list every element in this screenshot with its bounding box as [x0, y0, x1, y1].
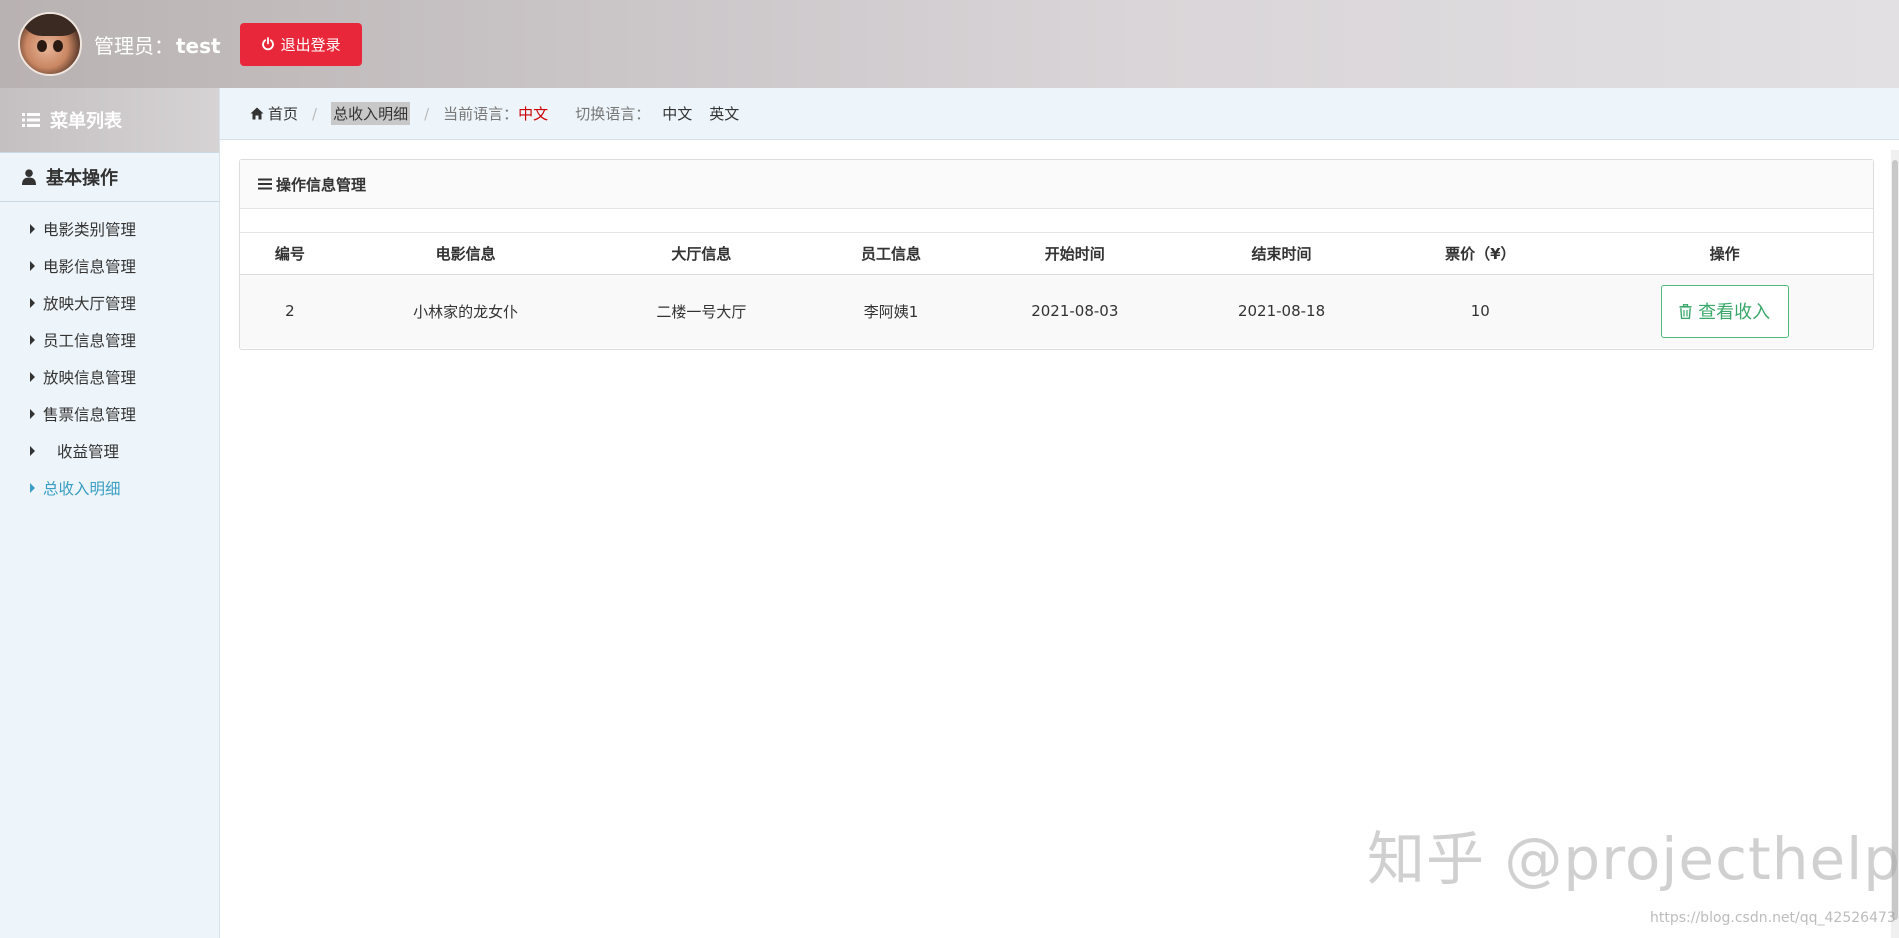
- sidebar-item-label: 电影信息管理: [43, 257, 137, 276]
- sidebar-item-label: 放映大厅管理: [43, 294, 137, 313]
- sidebar-item-movie-category[interactable]: 电影类别管理: [0, 210, 219, 247]
- language-link-chinese[interactable]: 中文: [662, 103, 692, 124]
- caret-right-icon: [30, 445, 35, 456]
- admin-name: test: [176, 33, 221, 58]
- column-header-staff: 员工信息: [811, 233, 971, 275]
- menu-title: 菜单列表: [50, 111, 122, 132]
- cell-start-time: 2021-08-03: [970, 274, 1179, 348]
- home-icon: [250, 107, 264, 120]
- sidebar-item-label: 收益管理: [57, 442, 120, 461]
- list-icon: [22, 113, 40, 127]
- income-table: 编号 电影信息 大厅信息 员工信息 开始时间 结束时间 票价（¥） 操作 2 小…: [240, 233, 1873, 348]
- avatar: [18, 12, 82, 76]
- column-header-hall: 大厅信息: [591, 233, 812, 275]
- sidebar-item-label: 售票信息管理: [43, 405, 137, 424]
- sidebar-item-movie-info[interactable]: 电影信息管理: [0, 247, 219, 284]
- caret-right-icon: [30, 408, 35, 419]
- admin-info: 管理员： test: [94, 30, 221, 59]
- column-header-price: 票价（¥）: [1384, 233, 1577, 275]
- logout-label: 退出登录: [280, 35, 341, 54]
- breadcrumb-current: 总收入明细: [331, 102, 411, 125]
- cell-end-time: 2021-08-18: [1178, 274, 1385, 348]
- panel-toolbar: [240, 209, 1873, 233]
- column-header-movie: 电影信息: [339, 233, 592, 275]
- top-header: 管理员： test 退出登录: [0, 0, 1899, 88]
- panel-title: 操作信息管理: [276, 175, 367, 194]
- breadcrumb-separator: /: [424, 104, 430, 123]
- caret-right-icon: [30, 223, 35, 234]
- column-header-end-time: 结束时间: [1178, 233, 1385, 275]
- watermark-text: 知乎 @projecthelp: [1367, 825, 1899, 893]
- logout-button[interactable]: 退出登录: [239, 22, 362, 66]
- breadcrumb-separator: /: [312, 104, 318, 123]
- column-header-start-time: 开始时间: [970, 233, 1179, 275]
- cell-action: 查看收入: [1576, 274, 1873, 348]
- sidebar: 菜单列表 基本操作 电影类别管理 电影信息管理 放映大厅管理 员工信息管理 放映…: [0, 88, 220, 938]
- caret-right-icon: [30, 334, 35, 345]
- caret-right-icon: [30, 260, 35, 271]
- column-header-action: 操作: [1576, 233, 1873, 275]
- sidebar-item-label: 员工信息管理: [43, 331, 137, 350]
- trash-icon: [1679, 303, 1692, 319]
- sidebar-item-staff[interactable]: 员工信息管理: [0, 321, 219, 358]
- sidebar-item-label: 电影类别管理: [43, 220, 137, 239]
- section-title: 基本操作: [46, 168, 118, 189]
- cell-movie: 小林家的龙女仆: [339, 274, 592, 348]
- sidebar-item-ticket-sales[interactable]: 售票信息管理: [0, 395, 219, 432]
- caret-right-icon: [30, 371, 35, 382]
- breadcrumb-home-label: 首页: [268, 105, 299, 123]
- sidebar-item-screening[interactable]: 放映信息管理: [0, 358, 219, 395]
- current-language-label: 当前语言：: [443, 105, 519, 123]
- cell-price: 10: [1384, 274, 1577, 348]
- power-icon: [261, 37, 274, 51]
- scrollbar-thumb[interactable]: [1892, 160, 1898, 920]
- admin-label: 管理员：: [94, 33, 174, 58]
- sidebar-item-label: 总收入明细: [43, 479, 121, 498]
- menu-list: 电影类别管理 电影信息管理 放映大厅管理 员工信息管理 放映信息管理 售票信息管…: [0, 202, 219, 506]
- switch-language-label: 切换语言：: [575, 105, 651, 123]
- sidebar-item-hall[interactable]: 放映大厅管理: [0, 284, 219, 321]
- watermark-url: https://blog.csdn.net/qq_42526473: [1650, 910, 1896, 926]
- sidebar-item-revenue[interactable]: 收益管理: [0, 432, 219, 469]
- sidebar-item-label: 放映信息管理: [43, 368, 137, 387]
- cell-staff: 李阿姨1: [811, 274, 971, 348]
- menu-header: 菜单列表: [0, 88, 219, 152]
- caret-right-icon: [30, 297, 35, 308]
- section-basic-ops[interactable]: 基本操作: [0, 152, 219, 202]
- breadcrumb: 首页 / 总收入明细 / 当前语言： 中文 切换语言： 中文 英文: [220, 88, 1899, 140]
- breadcrumb-home[interactable]: 首页: [250, 103, 298, 124]
- bars-icon: [258, 178, 272, 190]
- table-row: 2 小林家的龙女仆 二楼一号大厅 李阿姨1 2021-08-03 2021-08…: [240, 274, 1873, 348]
- column-header-id: 编号: [240, 233, 340, 275]
- cell-id: 2: [240, 274, 340, 348]
- operation-info-panel: 操作信息管理 编号 电影信息 大厅信息 员工信息 开始时间 结束时间 票价（¥）…: [239, 159, 1874, 350]
- view-income-label: 查看收入: [1698, 302, 1771, 324]
- table-header-row: 编号 电影信息 大厅信息 员工信息 开始时间 结束时间 票价（¥） 操作: [240, 233, 1873, 275]
- panel-heading: 操作信息管理: [240, 160, 1873, 209]
- cell-hall: 二楼一号大厅: [591, 274, 812, 348]
- caret-right-icon: [30, 482, 35, 493]
- user-icon: [22, 169, 36, 185]
- view-income-button[interactable]: 查看收入: [1660, 284, 1789, 338]
- language-link-english[interactable]: 英文: [709, 103, 739, 124]
- sidebar-item-total-income[interactable]: 总收入明细: [0, 469, 219, 506]
- current-language-value: 中文: [518, 105, 549, 123]
